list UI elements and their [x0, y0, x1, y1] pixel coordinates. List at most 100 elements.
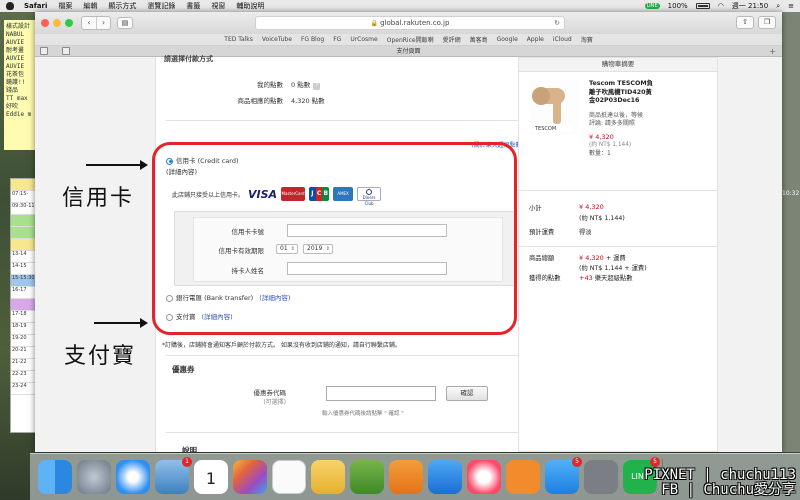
bookmark-item[interactable]: TED Talks — [224, 36, 253, 43]
calendar-slot: 20-21 — [11, 347, 35, 359]
annotation-alipay: 支付寶 — [64, 344, 137, 369]
calendar-widget[interactable]: 07:15- 09:30-11 13-14 14-15 15-15:30 16-… — [10, 178, 36, 433]
back-button[interactable]: ‹ — [82, 17, 96, 29]
safari-icon[interactable] — [116, 460, 150, 494]
total-value: ¥ 4,320 — [579, 254, 604, 262]
app-store-icon[interactable]: 5 — [545, 457, 582, 494]
menu-view[interactable]: 顯示方式 — [108, 1, 136, 11]
wifi-icon[interactable]: ◠ — [718, 2, 724, 10]
sticky-line: 耐考畫 — [6, 47, 25, 54]
shipping-note: 商品抵達以後，等候 — [589, 111, 644, 119]
notes-icon[interactable] — [311, 460, 345, 494]
annotation-credit-card: 信用卡 — [62, 186, 135, 211]
shipping-value: 得淡 — [579, 229, 592, 236]
itunes-icon[interactable] — [467, 460, 501, 494]
browser-toolbar: ‹ › ▤ 🔒 global.rakuten.co.jp ↻ ⇧ ❐ — [35, 12, 782, 34]
photos-icon[interactable] — [233, 460, 267, 494]
numbers-icon[interactable] — [350, 460, 384, 494]
pinned-tab-icon[interactable] — [62, 47, 70, 55]
menu-list-icon[interactable]: ≡ — [788, 2, 794, 10]
highlight-ring — [152, 142, 517, 335]
sticky-line: AUVIE — [6, 63, 25, 70]
coupon-hint: 輸入優惠券代碼後請點擊 " 確認 " — [322, 411, 404, 417]
product-info: Tescom TESCOM負 離子吹風機TID420黃 金02P03Dec16 … — [589, 80, 711, 158]
bookmark-item[interactable]: VoiceTube — [262, 36, 292, 43]
pinned-tab-icon[interactable] — [40, 47, 48, 55]
calendar-slot — [11, 215, 35, 227]
product-points-value: 4,320 點數 — [291, 97, 325, 105]
menu-help[interactable]: 輔助說明 — [236, 1, 264, 11]
sticky-line: 鏡護!! — [6, 79, 26, 86]
bookmark-item[interactable]: UrCosme — [350, 36, 377, 43]
apple-icon[interactable] — [6, 2, 14, 10]
calendar-slot: 13-14 — [11, 251, 35, 263]
system-preferences-icon[interactable] — [584, 460, 618, 494]
bookmark-item[interactable]: OpenRice開飯喇 — [387, 35, 434, 44]
minimize-window-button[interactable] — [53, 19, 61, 27]
search-icon[interactable]: ⌕ — [776, 2, 780, 11]
battery-icon[interactable] — [695, 3, 710, 9]
menu-file[interactable]: 檔案 — [58, 1, 72, 11]
total-suffix: + 運費 — [605, 255, 626, 262]
zoom-window-button[interactable] — [65, 19, 73, 27]
calendar-day: 1 — [205, 469, 217, 488]
menu-history[interactable]: 瀏覽記錄 — [147, 1, 175, 11]
product-name-line[interactable]: Tescom TESCOM負 — [589, 80, 711, 89]
help-icon[interactable]: ? — [313, 83, 321, 90]
subtotal-row: 小計 ¥ 4,320 — [529, 203, 709, 212]
line-status-icon[interactable]: LINE — [644, 3, 660, 9]
close-window-button[interactable] — [41, 19, 49, 27]
menu-window[interactable]: 視窗 — [211, 1, 225, 11]
ibooks-icon[interactable] — [506, 460, 540, 494]
product-image[interactable]: TESCOM — [529, 80, 579, 135]
new-tab-icon[interactable]: + — [769, 46, 776, 57]
my-points-value: 0 點數 — [291, 81, 311, 89]
svg-text:TESCOM: TESCOM — [534, 126, 556, 132]
tabs-overview-icon[interactable]: ❐ — [758, 16, 776, 29]
bookmark-item[interactable]: 萬客島 — [470, 35, 488, 44]
product-name-line[interactable]: 離子吹風機TID420黃 — [589, 89, 711, 98]
menu-edit[interactable]: 編輯 — [83, 1, 97, 11]
reminders-icon[interactable] — [272, 460, 306, 494]
menu-bookmarks[interactable]: 書籤 — [186, 1, 200, 11]
divider — [519, 246, 717, 247]
sticky-line: 錢品 — [6, 87, 19, 94]
bookmark-item[interactable]: Google — [497, 36, 518, 43]
shipping-row: 預計運費 得淡 — [529, 227, 709, 236]
share-icon[interactable]: ⇧ — [736, 16, 754, 29]
sidebar-toggle-icon[interactable]: ▤ — [117, 17, 133, 29]
calendar-slot: 23-24 — [11, 383, 35, 395]
bookmark-item[interactable]: Apple — [527, 36, 544, 43]
reload-icon[interactable]: ↻ — [554, 17, 560, 29]
address-bar[interactable]: 🔒 global.rakuten.co.jp ↻ — [255, 16, 565, 30]
coupon-code-input[interactable] — [326, 386, 436, 401]
sticky-note[interactable]: 樣式設計 NABUL AUVIE 耐考畫 AUVIE AUVIE 花茶包 鏡護!… — [4, 20, 36, 150]
total-row: 商品總額 ¥ 4,320 + 運費 — [529, 253, 709, 262]
menu-app[interactable]: Safari — [24, 2, 47, 10]
keynote-icon[interactable] — [428, 460, 462, 494]
launchpad-icon[interactable] — [77, 460, 111, 494]
watermark-line: FB | Chuchu愛分享 — [661, 482, 796, 498]
my-points-label: 我的點數 — [257, 81, 283, 89]
divider — [166, 432, 524, 433]
calendar-slot: 19-20 — [11, 335, 35, 347]
calendar-slot: 18-19 — [11, 323, 35, 335]
finder-icon[interactable] — [38, 460, 72, 494]
subtotal-ntd: (約 NT$ 1,144) — [579, 215, 625, 222]
pages-icon[interactable] — [389, 460, 423, 494]
sticky-line: AUVIE — [6, 39, 25, 46]
bookmark-item[interactable]: FG Blog — [301, 36, 324, 43]
bookmark-item[interactable]: FG — [333, 36, 341, 43]
mail-icon[interactable]: 1 — [155, 457, 192, 494]
bookmark-item[interactable]: 愛評網 — [443, 35, 461, 44]
product-points-row: 商品相應的點數 4,320 點數 — [156, 95, 416, 105]
coupon-confirm-button[interactable]: 確認 — [446, 386, 488, 401]
bookmark-item[interactable]: iCloud — [553, 36, 572, 43]
clock[interactable]: 週一 21:50 — [732, 1, 768, 11]
bookmark-item[interactable]: 淘寶 — [581, 35, 593, 44]
product-name-line[interactable]: 金02P03Dec16 — [589, 97, 711, 106]
tab-active-title[interactable]: 支付頁面 — [396, 48, 420, 55]
calendar-icon[interactable]: 1 — [194, 460, 228, 494]
hair-dryer-icon: TESCOM — [532, 87, 572, 132]
forward-button[interactable]: › — [96, 17, 110, 29]
